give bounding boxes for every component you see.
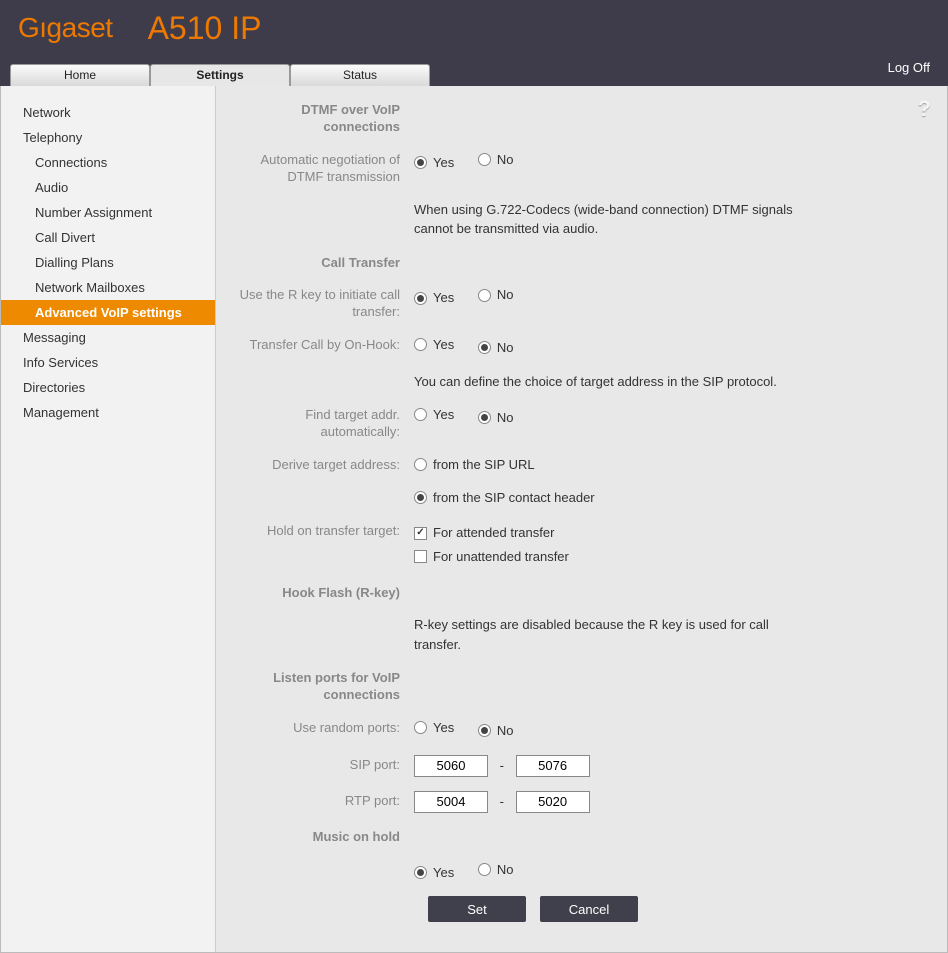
- check-unattended[interactable]: For unattended transfer: [414, 547, 569, 567]
- radio-icon: [414, 491, 427, 504]
- sidebar: Network Telephony Connections Audio Numb…: [1, 86, 216, 952]
- nav-connections[interactable]: Connections: [1, 150, 215, 175]
- nav-network-mailboxes[interactable]: Network Mailboxes: [1, 275, 215, 300]
- label-rkey: Use the R key to initiate call transfer:: [234, 285, 414, 321]
- radio-icon: [414, 458, 427, 471]
- section-call-transfer: Call Transfer: [234, 253, 414, 272]
- radio-icon: [478, 341, 491, 354]
- dash: -: [500, 758, 504, 773]
- radio-onhook-no[interactable]: No: [478, 338, 514, 358]
- nav-call-divert[interactable]: Call Divert: [1, 225, 215, 250]
- label-random-ports: Use random ports:: [234, 718, 414, 737]
- radio-icon: [414, 156, 427, 169]
- header-bar: Gıgaset A510 IP: [0, 0, 948, 56]
- label-rtp-port: RTP port:: [234, 791, 414, 810]
- input-rtp-from[interactable]: [414, 791, 488, 813]
- section-music-hold: Music on hold: [234, 827, 414, 846]
- radio-icon: [414, 292, 427, 305]
- content-area: ? Network Telephony Connections Audio Nu…: [0, 86, 948, 953]
- input-sip-to[interactable]: [516, 755, 590, 777]
- radio-icon: [414, 721, 427, 734]
- nav-messaging[interactable]: Messaging: [1, 325, 215, 350]
- radio-autoneg-yes[interactable]: Yes: [414, 153, 454, 173]
- section-hook-flash: Hook Flash (R-key): [234, 583, 414, 602]
- note-sip-choice: You can define the choice of target addr…: [414, 372, 814, 392]
- note-dtmf: When using G.722-Codecs (wide-band conne…: [414, 200, 814, 239]
- nav-directories[interactable]: Directories: [1, 375, 215, 400]
- radio-music-yes[interactable]: Yes: [414, 863, 454, 883]
- radio-derive-contact[interactable]: from the SIP contact header: [414, 488, 595, 508]
- radio-icon: [414, 408, 427, 421]
- input-sip-from[interactable]: [414, 755, 488, 777]
- checkbox-icon: [414, 527, 427, 540]
- section-dtmf: DTMF over VoIP connections: [234, 100, 414, 136]
- tab-bar: Home Settings Status Log Off: [0, 56, 948, 86]
- check-attended[interactable]: For attended transfer: [414, 523, 554, 543]
- nav-management[interactable]: Management: [1, 400, 215, 425]
- radio-music-no[interactable]: No: [478, 860, 514, 880]
- logoff-link[interactable]: Log Off: [888, 60, 930, 75]
- nav-audio[interactable]: Audio: [1, 175, 215, 200]
- nav-dialling-plans[interactable]: Dialling Plans: [1, 250, 215, 275]
- radio-random-no[interactable]: No: [478, 721, 514, 741]
- label-find-target: Find target addr. automatically:: [234, 405, 414, 441]
- radio-random-yes[interactable]: Yes: [414, 718, 454, 738]
- radio-icon: [478, 863, 491, 876]
- note-rkey-disabled: R-key settings are disabled because the …: [414, 615, 814, 654]
- nav-network[interactable]: Network: [1, 100, 215, 125]
- cancel-button[interactable]: Cancel: [540, 896, 638, 922]
- radio-icon: [414, 866, 427, 879]
- nav-number-assignment[interactable]: Number Assignment: [1, 200, 215, 225]
- nav-telephony[interactable]: Telephony: [1, 125, 215, 150]
- model-name: A510 IP: [148, 10, 262, 47]
- radio-icon: [478, 724, 491, 737]
- tab-status[interactable]: Status: [290, 64, 430, 86]
- label-auto-neg: Automatic negotiation of DTMF transmissi…: [234, 150, 414, 186]
- radio-icon: [414, 338, 427, 351]
- radio-icon: [478, 289, 491, 302]
- input-rtp-to[interactable]: [516, 791, 590, 813]
- set-button[interactable]: Set: [428, 896, 526, 922]
- radio-icon: [478, 411, 491, 424]
- radio-rkey-no[interactable]: No: [478, 285, 514, 305]
- checkbox-icon: [414, 550, 427, 563]
- radio-onhook-yes[interactable]: Yes: [414, 335, 454, 355]
- nav-info-services[interactable]: Info Services: [1, 350, 215, 375]
- radio-autoneg-no[interactable]: No: [478, 150, 514, 170]
- section-listen-ports: Listen ports for VoIP connections: [234, 668, 414, 704]
- label-sip-port: SIP port:: [234, 755, 414, 774]
- tab-home[interactable]: Home: [10, 64, 150, 86]
- label-onhook: Transfer Call by On-Hook:: [234, 335, 414, 354]
- label-derive-target: Derive target address:: [234, 455, 414, 474]
- radio-rkey-yes[interactable]: Yes: [414, 288, 454, 308]
- radio-icon: [478, 153, 491, 166]
- tab-settings[interactable]: Settings: [150, 64, 290, 86]
- dash: -: [500, 794, 504, 809]
- brand-logo: Gıgaset: [18, 12, 113, 44]
- label-hold-target: Hold on transfer target:: [234, 521, 414, 540]
- radio-findtarget-yes[interactable]: Yes: [414, 405, 454, 425]
- nav-advanced-voip[interactable]: Advanced VoIP settings: [1, 300, 215, 325]
- radio-derive-url[interactable]: from the SIP URL: [414, 455, 535, 475]
- main-panel: DTMF over VoIP connections Automatic neg…: [216, 86, 947, 952]
- radio-findtarget-no[interactable]: No: [478, 408, 514, 428]
